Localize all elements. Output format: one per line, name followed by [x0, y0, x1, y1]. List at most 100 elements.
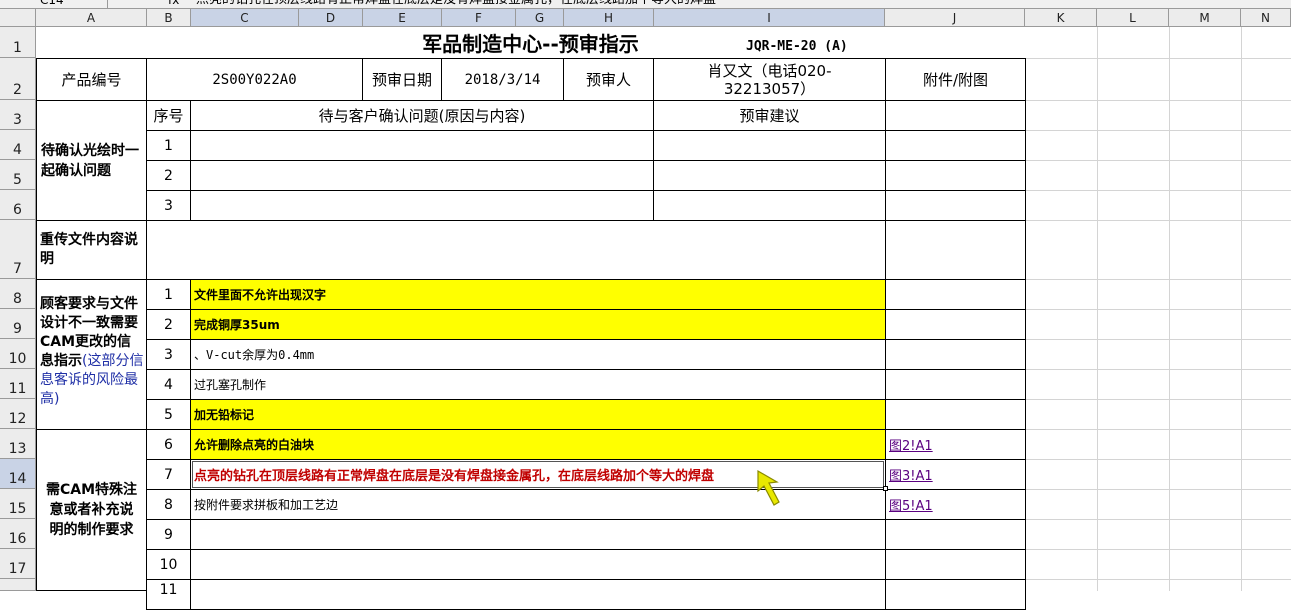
row-header[interactable] — [0, 579, 36, 591]
requirement-no[interactable]: 1 — [146, 279, 191, 310]
attachment-link[interactable]: 图2!A1 — [889, 435, 933, 454]
column-header-e[interactable]: E — [363, 9, 442, 27]
column-header-b[interactable]: B — [147, 9, 191, 27]
attachment-cell[interactable] — [885, 279, 1026, 310]
attachment-cell[interactable] — [885, 339, 1026, 370]
row-header[interactable]: 4 — [0, 130, 36, 160]
fill-handle[interactable] — [883, 486, 888, 491]
requirement-no[interactable]: 3 — [146, 339, 191, 370]
cam-item-text[interactable]: 允许删除点亮的白油块 — [190, 429, 886, 460]
confirm-seq[interactable]: 1 — [146, 130, 191, 161]
row-header[interactable]: 7 — [0, 220, 36, 279]
column-header-n[interactable]: N — [1241, 9, 1291, 27]
cam-item-no[interactable]: 11 — [146, 579, 191, 610]
seq-header[interactable]: 序号 — [146, 100, 191, 131]
attachment-cell[interactable] — [885, 369, 1026, 400]
resend-section-label[interactable]: 重传文件内容说明 — [36, 220, 147, 280]
attachment-link-cell[interactable]: 图2!A1 — [885, 429, 1026, 460]
requirement-text[interactable]: 加无铅标记 — [190, 399, 886, 430]
requirement-text[interactable]: 完成铜厚35um — [190, 309, 886, 340]
reviewer-value[interactable]: 肖又文（电话020-32213057） — [653, 58, 886, 101]
product-no-value[interactable]: 2S00Y022A0 — [146, 58, 363, 101]
requirement-text[interactable]: 过孔塞孔制作 — [190, 369, 886, 400]
attachment-cell[interactable] — [885, 130, 1026, 161]
requirements-section-label[interactable]: 顾客要求与文件设计不一致需要CAM更改的信息指示(这部分信息客诉的风险最高) — [36, 279, 147, 430]
confirm-issue-cell[interactable] — [190, 160, 654, 191]
attachment-link[interactable]: 图3!A1 — [889, 465, 933, 484]
issue-header[interactable]: 待与客户确认问题(原因与内容) — [190, 100, 654, 131]
cam-item-text[interactable] — [190, 519, 886, 550]
cam-section-label[interactable]: 需CAM特殊注意或者补充说明的制作要求 — [36, 429, 147, 591]
requirement-no[interactable]: 2 — [146, 309, 191, 340]
cam-item-no[interactable]: 8 — [146, 489, 191, 520]
attachment-label[interactable]: 附件/附图 — [885, 58, 1026, 101]
attachment-cell[interactable] — [885, 549, 1026, 580]
row-header[interactable]: 15 — [0, 489, 36, 519]
resend-content-cell[interactable] — [146, 220, 886, 280]
column-header-m[interactable]: M — [1169, 9, 1241, 27]
reviewer-label[interactable]: 预审人 — [563, 58, 654, 101]
confirm-suggest-cell[interactable] — [653, 130, 886, 161]
attachment-cell[interactable] — [885, 399, 1026, 430]
attachment-link-cell[interactable]: 图5!A1 — [885, 489, 1026, 520]
requirement-text[interactable]: 、V-cut余厚为0.4mm — [190, 339, 886, 370]
cam-item-no[interactable]: 7 — [146, 459, 191, 490]
attachment-link[interactable]: 图5!A1 — [889, 495, 933, 514]
cam-item-text[interactable] — [190, 549, 886, 580]
row-header-selected[interactable]: 14 — [0, 459, 36, 489]
select-all-corner[interactable] — [0, 9, 36, 27]
column-header-i[interactable]: I — [654, 9, 885, 27]
name-box[interactable]: C14 — [0, 0, 108, 8]
row-header[interactable]: 2 — [0, 58, 36, 100]
attachment-cell[interactable] — [885, 519, 1026, 550]
attachment-cell[interactable] — [885, 220, 1026, 280]
column-header-h[interactable]: H — [564, 9, 654, 27]
row-header[interactable]: 13 — [0, 429, 36, 459]
suggest-header[interactable]: 预审建议 — [653, 100, 886, 131]
row-header[interactable]: 10 — [0, 339, 36, 369]
column-header-f[interactable]: F — [442, 9, 516, 27]
attachment-cell[interactable] — [885, 160, 1026, 191]
fx-icon[interactable]: fx — [168, 0, 179, 8]
row-header[interactable]: 9 — [0, 309, 36, 339]
column-header-l[interactable]: L — [1097, 9, 1169, 27]
column-header-g[interactable]: G — [516, 9, 564, 27]
cam-item-no[interactable]: 9 — [146, 519, 191, 550]
confirm-seq[interactable]: 2 — [146, 160, 191, 191]
row-header[interactable]: 1 — [0, 27, 36, 58]
product-no-label[interactable]: 产品编号 — [36, 58, 147, 101]
column-header-c[interactable]: C — [191, 9, 299, 27]
row-header[interactable]: 16 — [0, 519, 36, 549]
requirement-text[interactable]: 文件里面不允许出现汉字 — [190, 279, 886, 310]
confirm-suggest-cell[interactable] — [653, 160, 886, 191]
cam-item-text[interactable] — [190, 579, 886, 610]
attachment-cell[interactable] — [885, 309, 1026, 340]
confirm-issue-cell[interactable] — [190, 130, 654, 161]
attachment-link-cell[interactable]: 图3!A1 — [885, 459, 1026, 490]
row-header[interactable]: 6 — [0, 190, 36, 220]
column-header-j[interactable]: J — [885, 9, 1025, 27]
formula-input[interactable]: 点亮的钻孔在顶层线路有正常焊盘在底层是没有焊盘接金属孔，在底层线路加个等大的焊盘 — [196, 0, 716, 8]
date-label[interactable]: 预审日期 — [362, 58, 442, 101]
cam-item-no[interactable]: 6 — [146, 429, 191, 460]
requirement-no[interactable]: 4 — [146, 369, 191, 400]
row-header[interactable]: 11 — [0, 369, 36, 399]
row-header[interactable]: 3 — [0, 100, 36, 130]
confirm-section-label[interactable]: 待确认光绘时一起确认问题 — [36, 100, 147, 221]
confirm-seq[interactable]: 3 — [146, 190, 191, 221]
attachment-cell[interactable] — [885, 579, 1026, 610]
column-header-k[interactable]: K — [1025, 9, 1097, 27]
row-header[interactable]: 17 — [0, 549, 36, 579]
date-value[interactable]: 2018/3/14 — [441, 58, 564, 101]
attachment-cell[interactable] — [885, 190, 1026, 221]
confirm-suggest-cell[interactable] — [653, 190, 886, 221]
confirm-issue-cell[interactable] — [190, 190, 654, 221]
row-header[interactable]: 5 — [0, 160, 36, 190]
attachment-cell[interactable] — [885, 100, 1026, 131]
row-header[interactable]: 12 — [0, 399, 36, 429]
row-header[interactable]: 8 — [0, 279, 36, 309]
cam-item-no[interactable]: 10 — [146, 549, 191, 580]
requirement-no[interactable]: 5 — [146, 399, 191, 430]
column-header-a[interactable]: A — [36, 9, 147, 27]
column-header-d[interactable]: D — [299, 9, 363, 27]
